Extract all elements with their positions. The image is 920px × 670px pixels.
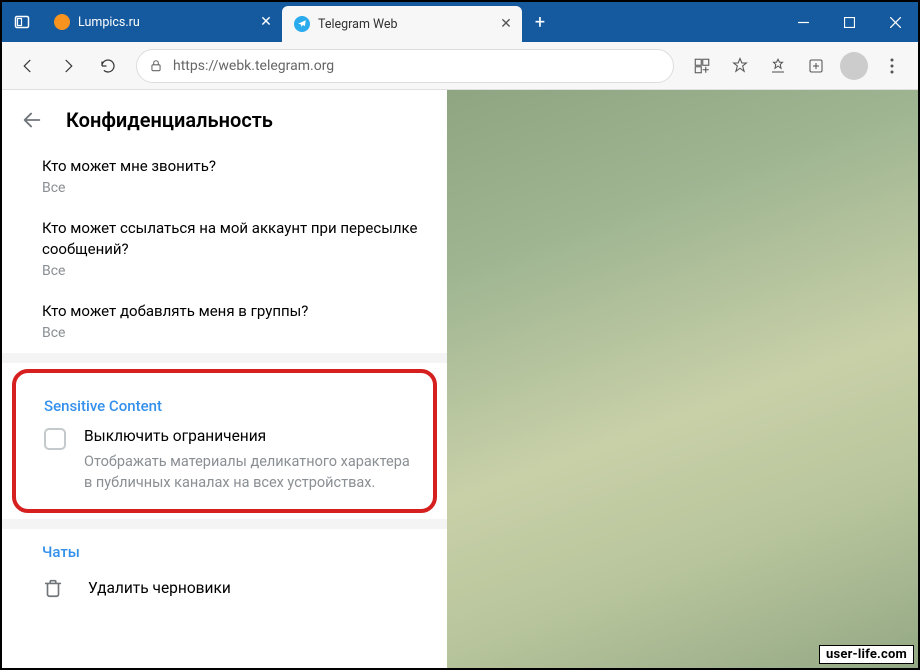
chats-section-title: Чаты <box>2 529 447 563</box>
toggle-description: Отображать материалы деликатного характе… <box>84 451 415 493</box>
tab-telegram[interactable]: Telegram Web ✕ <box>282 6 522 42</box>
chat-background: user-life.com <box>447 90 918 668</box>
refresh-button[interactable] <box>90 48 126 84</box>
reading-list-icon[interactable] <box>760 48 796 84</box>
close-icon[interactable]: ✕ <box>498 16 514 32</box>
privacy-item-forward[interactable]: Кто может ссылаться на мой аккаунт при п… <box>2 208 447 291</box>
disable-filtering-toggle[interactable]: Выключить ограничения Отображать материа… <box>24 417 425 497</box>
favicon-icon <box>294 16 310 32</box>
checkbox-icon[interactable] <box>44 428 66 450</box>
page-content: Конфиденциальность Кто может мне звонить… <box>2 90 918 668</box>
page-title: Конфиденциальность <box>66 108 273 132</box>
maximize-button[interactable] <box>826 2 872 42</box>
back-icon[interactable] <box>20 108 44 132</box>
url-text: https://webk.telegram.org <box>173 58 334 74</box>
toggle-label: Выключить ограничения <box>84 427 415 445</box>
tab-actions-icon[interactable] <box>2 2 42 42</box>
minimize-button[interactable] <box>780 2 826 42</box>
titlebar: Lumpics.ru ✕ Telegram Web ✕ + <box>2 2 918 42</box>
action-label: Удалить черновики <box>88 579 231 597</box>
privacy-item-groups[interactable]: Кто может добавлять меня в группы? Все <box>2 291 447 353</box>
new-tab-button[interactable]: + <box>522 2 558 42</box>
close-window-button[interactable] <box>872 2 918 42</box>
item-value: Все <box>42 325 425 341</box>
item-label: Кто может ссылаться на мой аккаунт при п… <box>42 218 425 260</box>
browser-toolbar: https://webk.telegram.org <box>2 42 918 90</box>
avatar <box>840 52 868 80</box>
sensitive-content-highlight: Sensitive Content Выключить ограничения … <box>12 369 437 513</box>
panel-header: Конфиденциальность <box>2 90 447 146</box>
profile-button[interactable] <box>836 48 872 84</box>
back-button[interactable] <box>10 48 46 84</box>
item-label: Кто может добавлять меня в группы? <box>42 301 425 322</box>
watermark: user-life.com <box>819 645 914 664</box>
sensitive-section-title: Sensitive Content <box>24 383 425 417</box>
item-value: Все <box>42 263 425 279</box>
close-icon[interactable]: ✕ <box>258 14 274 30</box>
settings-panel: Конфиденциальность Кто может мне звонить… <box>2 90 447 668</box>
tab-lumpics[interactable]: Lumpics.ru ✕ <box>42 2 282 42</box>
section-divider <box>2 353 447 363</box>
address-bar[interactable]: https://webk.telegram.org <box>136 49 674 83</box>
favicon-icon <box>54 14 70 30</box>
favorites-icon[interactable] <box>722 48 758 84</box>
section-divider <box>2 519 447 529</box>
privacy-item-calls[interactable]: Кто может мне звонить? Все <box>2 146 447 208</box>
item-label: Кто может мне звонить? <box>42 156 425 177</box>
tab-title: Telegram Web <box>318 17 490 32</box>
tab-title: Lumpics.ru <box>78 15 250 30</box>
menu-button[interactable] <box>874 48 910 84</box>
lock-icon <box>149 59 163 73</box>
trash-icon <box>42 577 64 599</box>
window-controls <box>780 2 918 42</box>
collections-icon[interactable] <box>798 48 834 84</box>
item-value: Все <box>42 180 425 196</box>
extensions-icon[interactable] <box>684 48 720 84</box>
delete-drafts-button[interactable]: Удалить черновики <box>2 563 447 613</box>
forward-button[interactable] <box>50 48 86 84</box>
